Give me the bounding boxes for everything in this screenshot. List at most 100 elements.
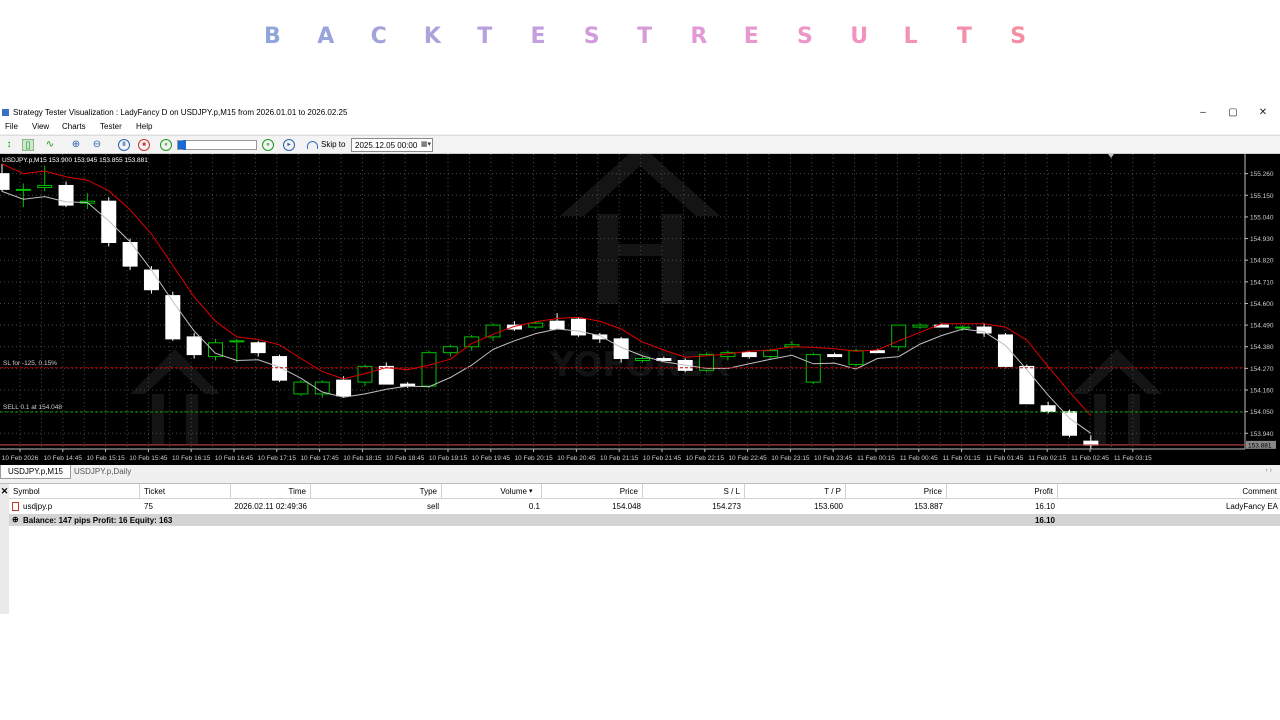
time-tick-label: 10 Feb 18:45 bbox=[386, 455, 425, 462]
time-tick-label: 11 Feb 02:45 bbox=[1071, 455, 1109, 462]
col-sl-header[interactable]: S / L bbox=[643, 484, 745, 499]
menu-charts[interactable]: Charts bbox=[62, 122, 86, 131]
bullish-candle bbox=[442, 346, 458, 354]
bearish-candle bbox=[0, 173, 10, 190]
bullish-candle bbox=[635, 358, 650, 362]
sort-desc-icon[interactable]: ▾ bbox=[529, 487, 533, 495]
zoom-in-icon[interactable]: ⊕ bbox=[70, 139, 82, 151]
price-tick-label: 155.150 bbox=[1250, 193, 1274, 200]
cell-comment[interactable]: LadyFancy EA bbox=[1058, 500, 1278, 514]
time-tick-label: 10 Feb 18:15 bbox=[343, 455, 382, 462]
cell-current-price[interactable]: 153.887 bbox=[846, 500, 943, 514]
col-current-price-header[interactable]: Price bbox=[846, 484, 947, 499]
heading-letter: B bbox=[264, 24, 281, 49]
balance-summary-text: Balance: 147 pips Profit: 16 Equity: 163 bbox=[23, 516, 173, 525]
minimize-button[interactable]: – bbox=[1188, 106, 1218, 120]
maximize-button[interactable]: ▢ bbox=[1218, 106, 1248, 120]
col-comment-header[interactable]: Comment bbox=[1058, 484, 1280, 499]
cell-tp[interactable]: 153.600 bbox=[745, 500, 843, 514]
price-tick-label: 155.260 bbox=[1250, 171, 1274, 178]
price-tick-label: 154.050 bbox=[1250, 409, 1274, 416]
menu-help[interactable]: Help bbox=[136, 122, 152, 131]
bullish-candle bbox=[955, 326, 971, 329]
balance-summary-row: ⊕ Balance: 147 pips Profit: 16 Equity: 1… bbox=[9, 514, 1280, 526]
chart-tabs: USDJPY.p,M15 USDJPY.p,Daily ‹ › bbox=[0, 465, 1280, 479]
cell-type[interactable]: sell bbox=[311, 500, 439, 514]
tab-usdjpy-m15[interactable]: USDJPY.p,M15 bbox=[0, 465, 71, 479]
app-icon bbox=[2, 109, 9, 116]
toolbox-close-button[interactable]: ✕ bbox=[0, 484, 9, 614]
cell-volume[interactable]: 0.1 bbox=[442, 500, 540, 514]
stop-icon[interactable]: ■ bbox=[138, 139, 150, 151]
price-tick-label: 154.930 bbox=[1250, 236, 1274, 243]
col-tp-header[interactable]: T / P bbox=[745, 484, 846, 499]
skip-forward-icon[interactable]: ▸ bbox=[283, 139, 295, 151]
col-volume-header[interactable]: Volume bbox=[442, 484, 542, 499]
menu-tester[interactable]: Tester bbox=[100, 122, 122, 131]
speed-slider-thumb[interactable] bbox=[183, 140, 186, 150]
time-tick-label: 11 Feb 01:15 bbox=[943, 455, 981, 462]
toolbar: ↕ ▯ ∿ ⊕ ⊖ II ■ « » ▸ Skip to 2025.12.05 … bbox=[0, 135, 1280, 154]
cell-profit[interactable]: 16.10 bbox=[947, 500, 1055, 514]
time-tick-label: 10 Feb 16:45 bbox=[215, 455, 254, 462]
chart-canvas[interactable]: YOFOREX155.260155.150155.040154.930154.8… bbox=[0, 154, 1280, 465]
tab-usdjpy-daily[interactable]: USDJPY.p,Daily bbox=[67, 465, 138, 479]
col-ticket-header[interactable]: Ticket bbox=[140, 484, 231, 499]
cell-ticket[interactable]: 75 bbox=[144, 500, 224, 514]
time-tick-label: 10 Feb 20:45 bbox=[557, 455, 596, 462]
price-tick-label: 154.600 bbox=[1250, 301, 1274, 308]
bearish-candle bbox=[101, 200, 117, 243]
col-type-header[interactable]: Type bbox=[311, 484, 442, 499]
heading-letter: L bbox=[903, 24, 918, 49]
bearish-candle bbox=[1019, 365, 1035, 405]
bullish-candle bbox=[528, 322, 544, 328]
cell-time[interactable]: 2026.02.11 02:49:36 bbox=[231, 500, 307, 514]
col-profit-header[interactable]: Profit bbox=[947, 484, 1058, 499]
pause-icon[interactable]: II bbox=[118, 139, 130, 151]
heading-letter: T bbox=[477, 24, 493, 49]
heading-letter: T bbox=[956, 24, 972, 49]
backtest-results-heading: BACKTESTRESULTS bbox=[0, 24, 1280, 54]
bar-chart-icon[interactable]: ↕ bbox=[3, 139, 15, 151]
price-tick-label: 154.710 bbox=[1250, 279, 1274, 286]
time-tick-label: 10 Feb 15:45 bbox=[129, 455, 168, 462]
price-tick-label: 153.940 bbox=[1250, 431, 1274, 438]
heading-letter: S bbox=[583, 24, 600, 49]
col-open-price-header[interactable]: Price bbox=[542, 484, 643, 499]
tab-scroll-arrows[interactable]: ‹ › bbox=[1265, 467, 1272, 474]
expand-icon[interactable]: ⊕ bbox=[12, 515, 19, 524]
line-chart-icon[interactable]: ∿ bbox=[44, 139, 56, 151]
zoom-out-icon[interactable]: ⊖ bbox=[91, 139, 103, 151]
skip-to-date-value: 2025.12.05 00:00 bbox=[355, 141, 418, 150]
speed-slider-fill bbox=[178, 141, 183, 149]
heading-letter: T bbox=[637, 24, 653, 49]
slower-icon[interactable]: « bbox=[160, 139, 172, 151]
candlestick-chart-icon[interactable]: ▯ bbox=[22, 139, 34, 151]
time-tick-label: 10 Feb 16:15 bbox=[172, 455, 211, 462]
bullish-candle bbox=[229, 340, 245, 343]
bearish-candle bbox=[143, 269, 159, 291]
calendar-dropdown-icon[interactable]: ▦▾ bbox=[421, 140, 431, 148]
price-chart[interactable]: YOFOREX 155.260 155.150 155.040 154.930 154.8… bbox=[0, 154, 1280, 465]
time-tick-label: 10 Feb 14:45 bbox=[44, 455, 83, 462]
time-tick-label: 10 Feb 19:15 bbox=[429, 455, 468, 462]
time-tick-label: 10 Feb 17:45 bbox=[300, 455, 339, 462]
title-bar: Strategy Tester Visualization : LadyFanc… bbox=[0, 106, 1280, 120]
skip-to-date-input[interactable]: 2025.12.05 00:00 ▦▾ bbox=[351, 138, 433, 152]
bullish-candle bbox=[848, 350, 864, 365]
menu-view[interactable]: View bbox=[32, 122, 49, 131]
bullish-candle bbox=[15, 188, 31, 191]
cell-symbol[interactable]: usdjpy.p bbox=[23, 500, 133, 514]
bearish-candle bbox=[827, 354, 843, 358]
cell-open-price[interactable]: 154.048 bbox=[542, 500, 641, 514]
bullish-candle bbox=[805, 354, 821, 383]
bullish-candle bbox=[37, 184, 53, 188]
cell-sl[interactable]: 154.273 bbox=[643, 500, 741, 514]
menu-file[interactable]: File bbox=[5, 122, 18, 131]
col-time-header[interactable]: Time bbox=[231, 484, 311, 499]
col-symbol-header[interactable]: Symbol bbox=[9, 484, 140, 499]
close-button[interactable]: ✕ bbox=[1248, 106, 1278, 120]
faster-icon[interactable]: » bbox=[262, 139, 274, 151]
bearish-candle bbox=[186, 336, 202, 356]
speed-slider[interactable] bbox=[177, 140, 257, 150]
